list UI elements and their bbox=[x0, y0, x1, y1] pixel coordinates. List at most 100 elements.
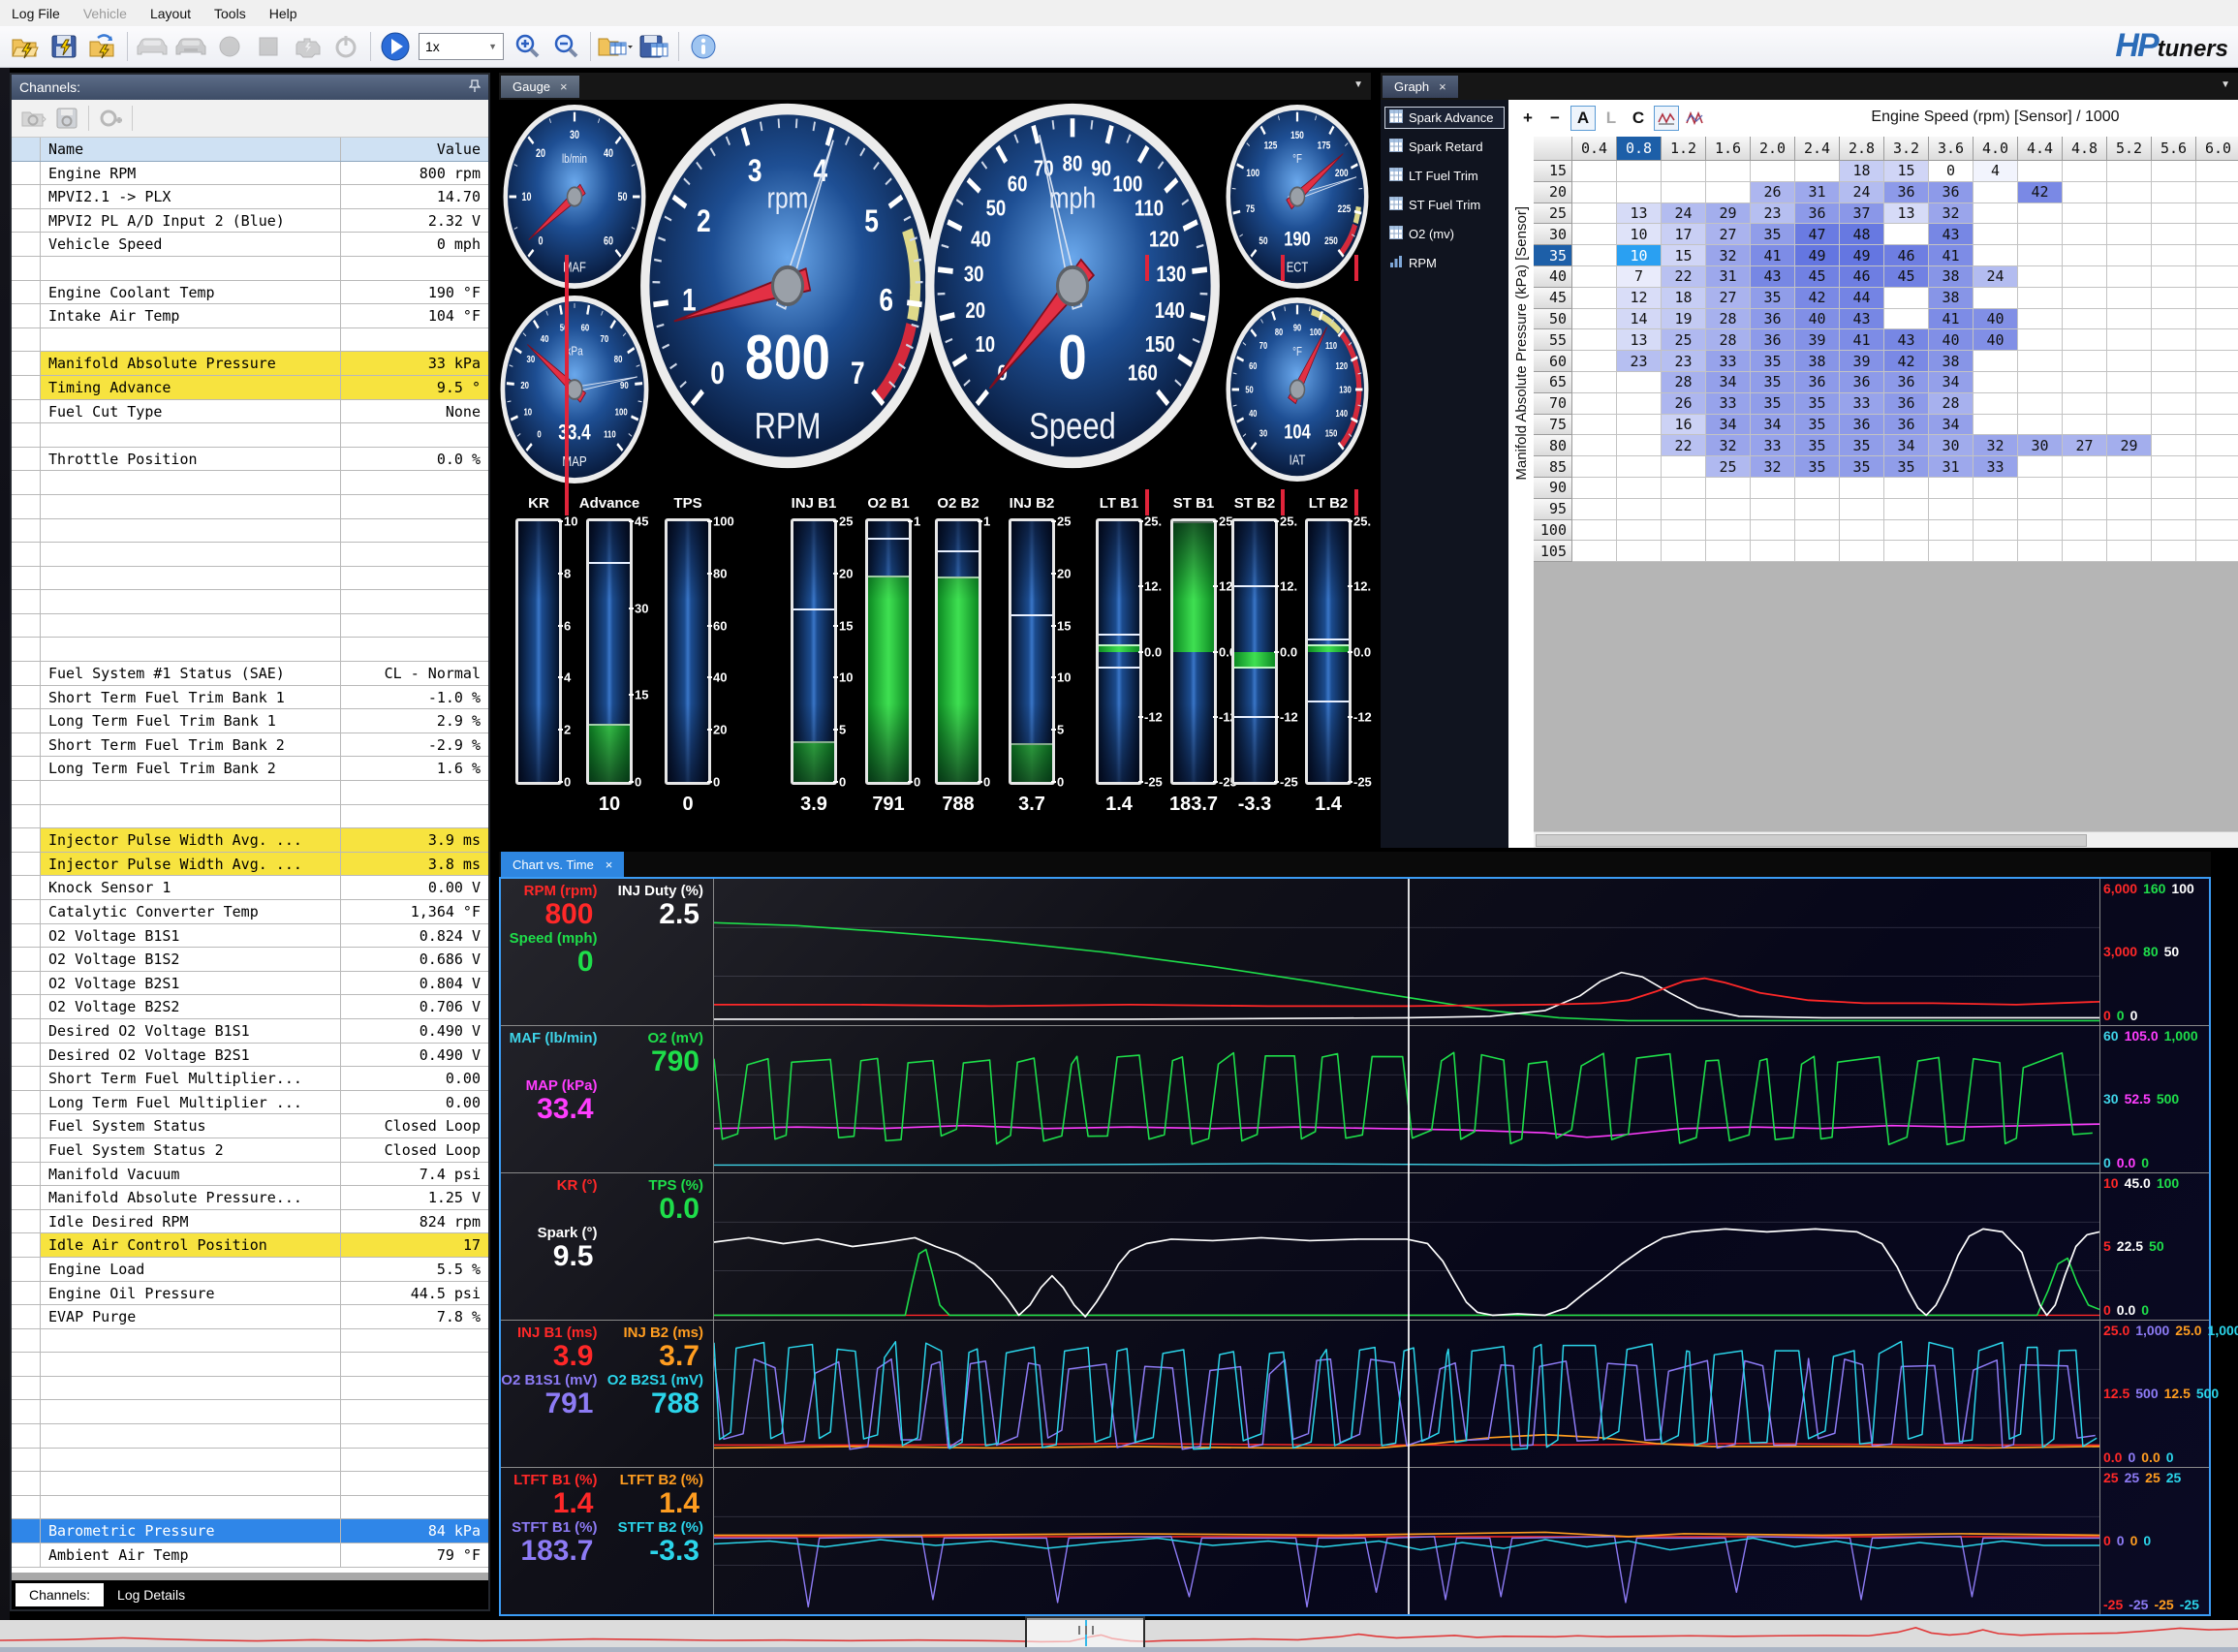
table-cell[interactable]: 12 bbox=[1617, 288, 1662, 309]
table-cell[interactable]: 36 bbox=[1795, 203, 1840, 225]
table-cell[interactable] bbox=[1795, 520, 1840, 542]
vehicle-write-button[interactable] bbox=[172, 29, 209, 64]
table-cell[interactable] bbox=[2063, 372, 2107, 393]
table-cell[interactable]: 35 bbox=[1795, 393, 1840, 415]
table-cell[interactable]: 23 bbox=[1662, 351, 1706, 372]
table-cell[interactable] bbox=[2063, 309, 2107, 330]
channel-row-selector[interactable] bbox=[12, 876, 41, 899]
table-cell[interactable] bbox=[1572, 161, 1617, 182]
tab-chart-vs-time[interactable]: Chart vs. Time × bbox=[501, 852, 624, 877]
table-cell[interactable] bbox=[1884, 309, 1929, 330]
table-cell[interactable] bbox=[2152, 478, 2196, 499]
table-cell[interactable]: 36 bbox=[1884, 182, 1929, 203]
channel-row-selector[interactable] bbox=[12, 567, 41, 590]
channel-row-selector[interactable] bbox=[12, 757, 41, 780]
table-cell[interactable] bbox=[2018, 224, 2063, 245]
channel-row-selector[interactable] bbox=[12, 1044, 41, 1067]
table-cell[interactable] bbox=[1572, 351, 1617, 372]
table-cell[interactable] bbox=[1751, 161, 1795, 182]
channel-row-selector[interactable] bbox=[12, 1424, 41, 1448]
row-header-80[interactable]: 80 bbox=[1534, 435, 1572, 456]
channel-row-selector[interactable] bbox=[12, 543, 41, 566]
table-cell[interactable] bbox=[2196, 393, 2238, 415]
channel-row-selector[interactable] bbox=[12, 948, 41, 971]
channel-row-selector[interactable] bbox=[12, 781, 41, 804]
zoom-in-button[interactable] bbox=[509, 29, 545, 64]
table-cell[interactable] bbox=[1662, 541, 1706, 562]
table-cell[interactable]: 43 bbox=[1929, 224, 1974, 245]
row-header-65[interactable]: 65 bbox=[1534, 372, 1572, 393]
tab-gauge[interactable]: Gauge × bbox=[501, 76, 579, 98]
table-cell[interactable] bbox=[1572, 329, 1617, 351]
channel-row-selector[interactable] bbox=[12, 1472, 41, 1495]
column-header-2.8[interactable]: 2.8 bbox=[1840, 137, 1884, 161]
table-cell[interactable] bbox=[2152, 161, 2196, 182]
channel-row[interactable] bbox=[12, 495, 488, 519]
table-cell[interactable]: 49 bbox=[1795, 245, 1840, 266]
table-cell[interactable]: 23 bbox=[1617, 351, 1662, 372]
stop-button[interactable] bbox=[250, 29, 287, 64]
table-cell[interactable] bbox=[2152, 224, 2196, 245]
table-cell[interactable]: 36 bbox=[1929, 182, 1974, 203]
channels-header-value[interactable]: Value bbox=[341, 138, 488, 161]
legend-item-spark-advance[interactable]: Spark Advance bbox=[1384, 107, 1505, 129]
channel-row[interactable]: Manifold Absolute Pressure...1.25 V bbox=[12, 1186, 488, 1210]
table-cell[interactable] bbox=[1884, 478, 1929, 499]
column-header-0.8[interactable]: 0.8 bbox=[1617, 137, 1662, 161]
table-cell[interactable]: 46 bbox=[1840, 266, 1884, 288]
table-cell[interactable]: 0 bbox=[1929, 161, 1974, 182]
table-cell[interactable]: 33 bbox=[1706, 393, 1751, 415]
table-cell[interactable] bbox=[2152, 372, 2196, 393]
menu-item-tools[interactable]: Tools bbox=[202, 3, 258, 24]
table-cell[interactable] bbox=[1884, 288, 1929, 309]
channel-row[interactable]: Short Term Fuel Trim Bank 1-1.0 % bbox=[12, 686, 488, 710]
vehicle-read-button[interactable] bbox=[134, 29, 171, 64]
table-cell[interactable] bbox=[2063, 161, 2107, 182]
channel-row[interactable]: Engine Oil Pressure44.5 psi bbox=[12, 1282, 488, 1306]
table-cell[interactable] bbox=[2152, 203, 2196, 225]
graph-tool-−[interactable]: − bbox=[1543, 107, 1567, 130]
table-cell[interactable]: 38 bbox=[1929, 351, 1974, 372]
menu-item-help[interactable]: Help bbox=[258, 3, 309, 24]
channel-row[interactable]: Long Term Fuel Trim Bank 12.9 % bbox=[12, 709, 488, 733]
channel-row[interactable]: Injector Pulse Width Avg. ...3.8 ms bbox=[12, 853, 488, 877]
channel-row-selector[interactable] bbox=[12, 1305, 41, 1328]
overview-selection-window[interactable] bbox=[1025, 1616, 1145, 1650]
table-cell[interactable] bbox=[2107, 393, 2152, 415]
channel-row-selector[interactable] bbox=[12, 1019, 41, 1043]
channel-row-selector[interactable] bbox=[12, 257, 41, 280]
table-cell[interactable]: 18 bbox=[1662, 288, 1706, 309]
table-cell[interactable] bbox=[1572, 499, 1617, 520]
table-cell[interactable] bbox=[1572, 224, 1617, 245]
channel-row[interactable]: Fuel System StatusClosed Loop bbox=[12, 1114, 488, 1138]
table-cell[interactable] bbox=[2107, 520, 2152, 542]
table-cell[interactable]: 32 bbox=[1974, 435, 2018, 456]
legend-item-rpm[interactable]: RPM bbox=[1384, 252, 1505, 274]
table-cell[interactable]: 48 bbox=[1840, 224, 1884, 245]
table-cell[interactable] bbox=[2196, 499, 2238, 520]
table-cell[interactable] bbox=[2107, 161, 2152, 182]
table-cell[interactable]: 32 bbox=[1929, 203, 1974, 225]
table-cell[interactable] bbox=[2018, 351, 2063, 372]
table-cell[interactable]: 4 bbox=[1974, 161, 2018, 182]
table-cell[interactable] bbox=[2152, 541, 2196, 562]
channel-row[interactable] bbox=[12, 590, 488, 614]
table-cell[interactable]: 16 bbox=[1662, 415, 1706, 436]
table-cell[interactable] bbox=[1572, 393, 1617, 415]
row-header-60[interactable]: 60 bbox=[1534, 351, 1572, 372]
channel-row[interactable]: Injector Pulse Width Avg. ...3.9 ms bbox=[12, 828, 488, 853]
channel-row[interactable]: Ambient Air Temp79 °F bbox=[12, 1543, 488, 1568]
table-cell[interactable] bbox=[2152, 415, 2196, 436]
table-cell[interactable] bbox=[2063, 499, 2107, 520]
channel-row[interactable]: Engine RPM800 rpm bbox=[12, 162, 488, 186]
channel-row-selector[interactable] bbox=[12, 1138, 41, 1162]
table-cell[interactable]: 25 bbox=[1706, 456, 1751, 478]
channel-row-selector[interactable] bbox=[12, 1091, 41, 1114]
table-cell[interactable]: 36 bbox=[1884, 393, 1929, 415]
channel-row[interactable]: EVAP Purge7.8 % bbox=[12, 1305, 488, 1329]
channel-row[interactable] bbox=[12, 638, 488, 662]
channel-row[interactable]: Intake Air Temp104 °F bbox=[12, 304, 488, 328]
table-cell[interactable] bbox=[1706, 520, 1751, 542]
channel-row[interactable]: Short Term Fuel Multiplier...0.00 bbox=[12, 1067, 488, 1091]
table-cell[interactable]: 35 bbox=[1751, 224, 1795, 245]
